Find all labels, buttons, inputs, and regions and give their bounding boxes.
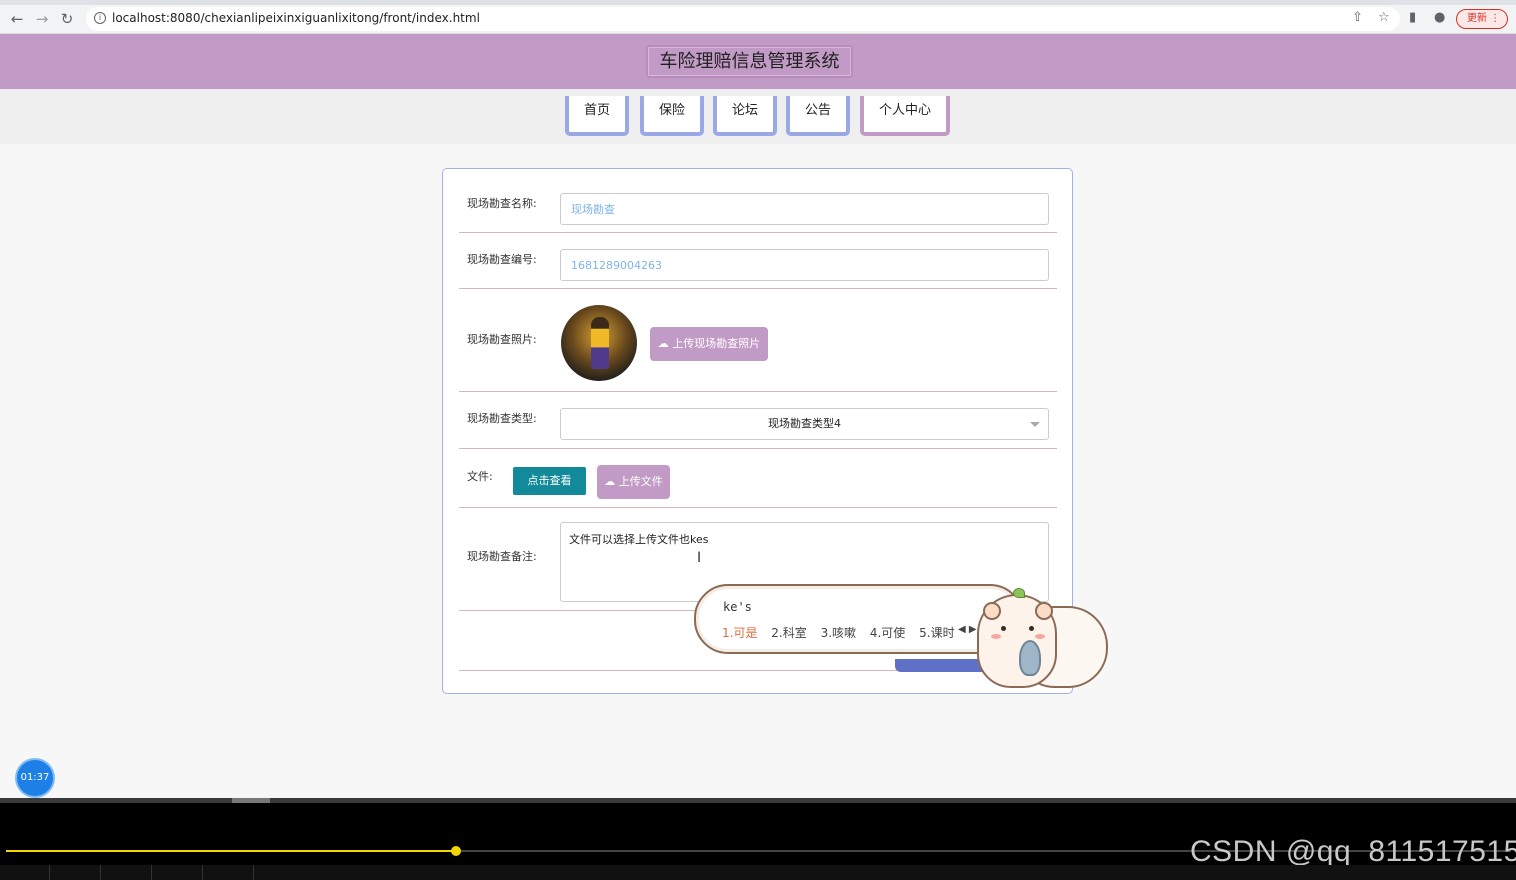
nav-item-personal-center[interactable]: 个人中心 xyxy=(860,96,950,136)
share-icon[interactable]: ⇧ xyxy=(1352,10,1363,25)
fish-icon xyxy=(1019,640,1041,676)
progress-fill xyxy=(6,850,456,852)
nav-item-home[interactable]: 首页 xyxy=(565,96,629,136)
nav-item-notice[interactable]: 公告 xyxy=(786,96,850,136)
nav-item-forum[interactable]: 论坛 xyxy=(713,96,777,136)
video-player-bar: CSDN @qq_811517515 xyxy=(0,803,1516,880)
bear-ear-right xyxy=(1035,602,1053,620)
ime-candidate[interactable]: 1.可是 xyxy=(722,626,757,640)
progress-handle[interactable] xyxy=(451,846,461,856)
form-row-number: 现场勘查编号: xyxy=(459,233,1057,289)
ime-mascot-bear-icon xyxy=(977,584,1108,689)
ime-candidate-window: ke's 1.可是 2.科室 3.咳嗽 4.可使 5.课时 ◀ ▶ xyxy=(694,584,1108,688)
name-label: 现场勘查名称: xyxy=(467,197,537,210)
file-label: 文件: xyxy=(467,470,493,483)
recording-timer: 01:37 xyxy=(17,760,53,796)
player-control[interactable] xyxy=(102,865,152,880)
view-file-button[interactable]: 点击查看 xyxy=(513,467,586,495)
ime-page-arrows-icon[interactable]: ◀ ▶ xyxy=(958,624,977,635)
ime-composition: ke's xyxy=(723,600,752,614)
player-controls xyxy=(0,865,1516,880)
survey-photo[interactable] xyxy=(561,305,637,381)
tab-strip xyxy=(0,0,1516,5)
player-control[interactable] xyxy=(0,865,50,880)
update-button[interactable]: 更新 ⋮ xyxy=(1456,9,1508,29)
remark-label: 现场勘查备注: xyxy=(467,550,537,563)
address-bar[interactable]: i localhost:8080/chexianlipeixinxiguanli… xyxy=(86,7,1400,31)
type-label: 现场勘查类型: xyxy=(467,412,537,425)
site-title: 车险理赔信息管理系统 xyxy=(646,45,853,78)
survey-type-value: 现场勘查类型4 xyxy=(768,417,841,430)
text-cursor-icon: I xyxy=(697,550,702,566)
watermark-text: CSDN @qq_811517515 xyxy=(1190,835,1516,868)
ime-candidate[interactable]: 4.可使 xyxy=(870,626,905,640)
browser-toolbar: ← → ↻ i localhost:8080/chexianlipeixinxi… xyxy=(0,0,1516,34)
side-panel-icon[interactable]: ▮ xyxy=(1409,10,1416,25)
site-header: 车险理赔信息管理系统 xyxy=(0,34,1516,89)
player-control[interactable] xyxy=(51,865,101,880)
chevron-down-icon xyxy=(1030,422,1040,427)
profile-avatar-icon[interactable]: ● xyxy=(1434,10,1445,25)
number-label: 现场勘查编号: xyxy=(467,253,537,266)
ime-candidate[interactable]: 2.科室 xyxy=(771,626,806,640)
bear-blush-right xyxy=(1035,634,1045,639)
upload-photo-label: 上传现场勘查照片 xyxy=(672,337,761,350)
ime-candidates: 1.可是 2.科室 3.咳嗽 4.可使 5.课时 xyxy=(722,624,965,641)
mascot-body xyxy=(977,588,1057,688)
bear-eye-right xyxy=(1029,626,1034,631)
reload-icon[interactable]: ↻ xyxy=(58,10,76,28)
player-control[interactable] xyxy=(153,865,203,880)
update-label: 更新 xyxy=(1467,13,1487,24)
photo-label: 现场勘查照片: xyxy=(467,333,537,346)
upload-file-button[interactable]: ☁ 上传文件 xyxy=(597,465,670,499)
upload-file-label: 上传文件 xyxy=(618,475,663,488)
nav-item-insurance[interactable]: 保险 xyxy=(640,96,704,136)
ime-candidate[interactable]: 3.咳嗽 xyxy=(821,626,856,640)
bear-eye-left xyxy=(1001,626,1006,631)
form-row-name: 现场勘查名称: xyxy=(459,179,1057,233)
back-icon[interactable]: ← xyxy=(8,10,26,28)
survey-type-select[interactable]: 现场勘查类型4 xyxy=(560,408,1049,440)
ime-bubble: ke's 1.可是 2.科室 3.咳嗽 4.可使 5.课时 ◀ ▶ xyxy=(694,584,1024,654)
survey-number-input[interactable] xyxy=(560,249,1049,281)
photo-figure xyxy=(591,317,609,369)
forward-icon[interactable]: → xyxy=(33,10,51,28)
form-row-file: 文件: 点击查看 ☁ 上传文件 xyxy=(459,449,1057,508)
bookmark-star-icon[interactable]: ☆ xyxy=(1378,10,1390,25)
form-row-type: 现场勘查类型: 现场勘查类型4 xyxy=(459,392,1057,449)
form-row-photo: 现场勘查照片: ☁ 上传现场勘查照片 xyxy=(459,289,1057,392)
player-control[interactable] xyxy=(204,865,254,880)
bear-ear-left xyxy=(983,602,1001,620)
web-page: 车险理赔信息管理系统 首页 保险 论坛 公告 个人中心 现场勘查名称: 现场勘查… xyxy=(0,34,1516,798)
sprout-icon xyxy=(1013,588,1025,598)
ime-candidate[interactable]: 5.课时 xyxy=(919,626,954,640)
site-info-icon[interactable]: i xyxy=(94,12,106,24)
bear-blush-left xyxy=(991,634,1001,639)
survey-name-input[interactable] xyxy=(560,193,1049,225)
upload-photo-button[interactable]: ☁ 上传现场勘查照片 xyxy=(650,327,768,361)
url-text: localhost:8080/chexianlipeixinxiguanlixi… xyxy=(112,11,480,25)
main-nav: 首页 保险 论坛 公告 个人中心 xyxy=(0,89,1516,144)
